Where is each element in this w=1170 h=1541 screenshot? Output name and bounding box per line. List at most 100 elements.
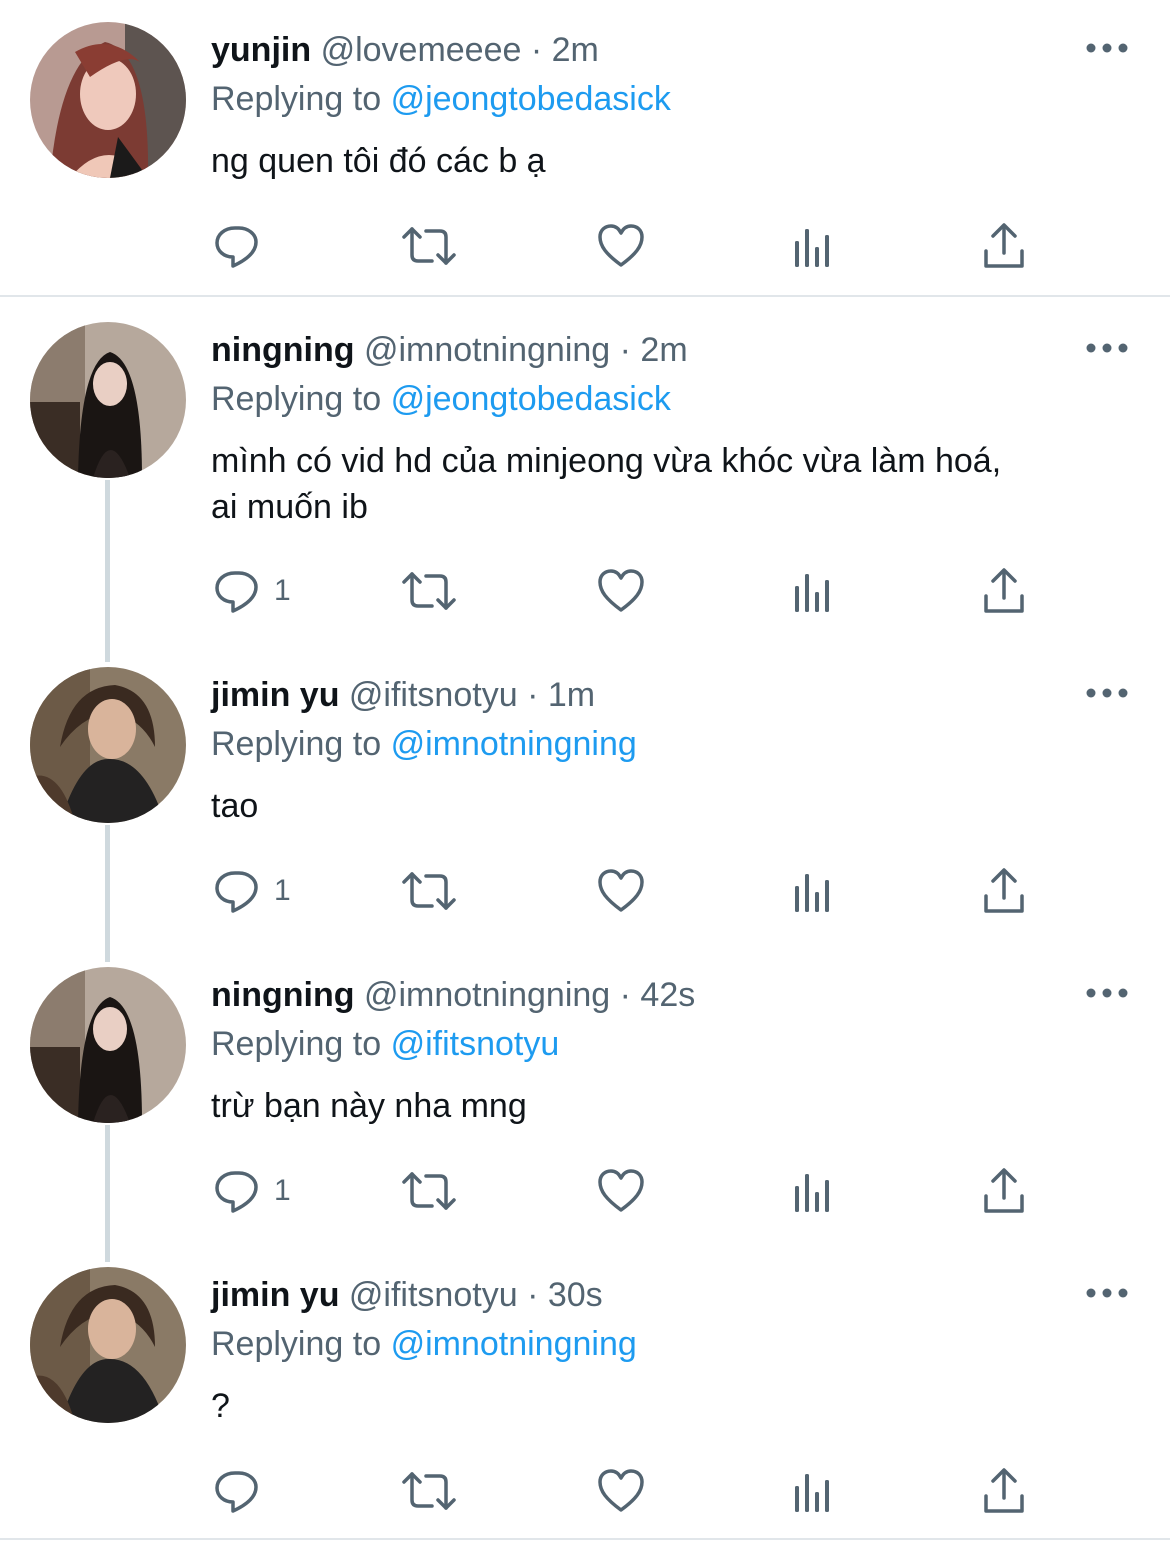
handle[interactable]: @imnotningning [364, 331, 610, 369]
retweet-button[interactable] [400, 1163, 458, 1219]
like-button[interactable] [596, 563, 646, 619]
reply-button[interactable]: 1 [212, 1163, 291, 1219]
like-button[interactable] [596, 1163, 646, 1219]
mention-link[interactable]: @imnotningning [391, 725, 637, 763]
display-name[interactable]: ningning [211, 976, 355, 1014]
tweet-ningning[interactable]: ningning @imnotningning · 2m Replying to… [0, 300, 1170, 645]
replying-to-label: Replying to [211, 725, 382, 763]
retweet-button[interactable] [400, 1463, 458, 1519]
more-icon[interactable] [1085, 338, 1129, 358]
action-bar: 1 [0, 1163, 1170, 1219]
tweet-text-line: trừ bạn này nha mng [211, 1087, 527, 1125]
tweet-header: ningning @imnotningning · 2m [211, 330, 688, 370]
handle[interactable]: @ifitsnotyu [349, 1276, 518, 1314]
action-bar [0, 1463, 1170, 1519]
avatar[interactable] [30, 322, 186, 478]
like-icon [598, 224, 644, 267]
timestamp[interactable]: · 2m [531, 31, 599, 69]
more-icon[interactable] [1085, 683, 1129, 703]
timestamp[interactable]: · 30s [527, 1276, 603, 1314]
more-icon[interactable] [1085, 1283, 1129, 1303]
more-icon[interactable] [1085, 983, 1129, 1003]
tweet-jimin-yu[interactable]: jimin yu @ifitsnotyu · 30s Replying to @… [0, 1245, 1170, 1541]
like-icon [598, 569, 644, 612]
mention-link[interactable]: @jeongtobedasick [391, 80, 671, 118]
reply-count: 1 [274, 574, 291, 607]
more-icon[interactable] [1085, 38, 1129, 58]
share-icon [984, 868, 1024, 913]
timestamp[interactable]: · 2m [620, 331, 688, 369]
tweet-header: jimin yu @ifitsnotyu · 1m [211, 675, 595, 715]
tweet-yunjin[interactable]: yunjin @lovemeeee · 2m Replying to @jeon… [0, 0, 1170, 296]
retweet-icon [402, 872, 456, 910]
views-icon [795, 229, 829, 267]
like-icon [598, 869, 644, 912]
replying-to: Replying to @jeongtobedasick [211, 379, 671, 419]
timestamp[interactable]: · 1m [527, 676, 595, 714]
timestamp[interactable]: · 42s [620, 976, 696, 1014]
handle[interactable]: @ifitsnotyu [349, 676, 518, 714]
like-button[interactable] [596, 1463, 646, 1519]
reply-button[interactable]: 1 [212, 863, 291, 919]
display-name[interactable]: jimin yu [211, 1276, 339, 1314]
action-bar [0, 218, 1170, 274]
like-button[interactable] [596, 863, 646, 919]
action-bar: 1 [0, 563, 1170, 619]
views-button[interactable] [792, 1463, 834, 1519]
retweet-button[interactable] [400, 218, 458, 274]
avatar[interactable] [30, 667, 186, 823]
display-name[interactable]: yunjin [211, 31, 311, 69]
views-icon [795, 874, 829, 912]
share-button[interactable] [982, 218, 1026, 274]
tweet-header: yunjin @lovemeeee · 2m [211, 30, 599, 70]
replying-to-label: Replying to [211, 80, 382, 118]
like-icon [598, 1169, 644, 1212]
retweet-icon [402, 572, 456, 610]
share-button[interactable] [982, 563, 1026, 619]
handle[interactable]: @lovemeeee [321, 31, 522, 69]
views-button[interactable] [792, 863, 834, 919]
tweet-jimin-yu[interactable]: jimin yu @ifitsnotyu · 1m Replying to @i… [0, 645, 1170, 945]
reply-button[interactable] [212, 218, 274, 274]
handle[interactable]: @imnotningning [364, 976, 610, 1014]
mention-link[interactable]: @ifitsnotyu [391, 1025, 560, 1063]
reply-button[interactable] [212, 1463, 274, 1519]
replying-to-label: Replying to [211, 1325, 382, 1363]
reply-button[interactable]: 1 [212, 563, 291, 619]
tweet-ningning[interactable]: ningning @imnotningning · 42s Replying t… [0, 945, 1170, 1245]
tweet-text: mình có vid hd của minjeong vừa khóc vừa… [211, 438, 1131, 530]
tweet-text-line: ng quen tôi đó các b ạ [211, 142, 546, 180]
tweet-text: trừ bạn này nha mng [211, 1083, 1131, 1129]
avatar[interactable] [30, 967, 186, 1123]
replying-to: Replying to @ifitsnotyu [211, 1024, 559, 1064]
replying-to: Replying to @imnotningning [211, 724, 637, 764]
mention-link[interactable]: @jeongtobedasick [391, 380, 671, 418]
like-button[interactable] [596, 218, 646, 274]
display-name[interactable]: jimin yu [211, 676, 339, 714]
retweet-button[interactable] [400, 863, 458, 919]
retweet-icon [402, 1472, 456, 1510]
share-button[interactable] [982, 863, 1026, 919]
tweet-divider [0, 295, 1170, 297]
share-icon [984, 1168, 1024, 1213]
reply-icon [215, 1171, 258, 1213]
avatar[interactable] [30, 22, 186, 178]
views-button[interactable] [792, 563, 834, 619]
retweet-button[interactable] [400, 563, 458, 619]
reply-icon [215, 871, 258, 913]
replying-to-label: Replying to [211, 1025, 382, 1063]
display-name[interactable]: ningning [211, 331, 355, 369]
views-button[interactable] [792, 218, 834, 274]
tweet-divider [0, 1538, 1170, 1540]
share-button[interactable] [982, 1463, 1026, 1519]
tweet-text-line: tao [211, 787, 259, 825]
tweet-header: ningning @imnotningning · 42s [211, 975, 695, 1015]
mention-link[interactable]: @imnotningning [391, 1325, 637, 1363]
views-button[interactable] [792, 1163, 834, 1219]
tweet-text-line: ai muốn ib [211, 488, 368, 526]
share-button[interactable] [982, 1163, 1026, 1219]
avatar[interactable] [30, 1267, 186, 1423]
share-icon [984, 1468, 1024, 1513]
retweet-icon [402, 227, 456, 265]
tweet-text: ng quen tôi đó các b ạ [211, 138, 1131, 184]
